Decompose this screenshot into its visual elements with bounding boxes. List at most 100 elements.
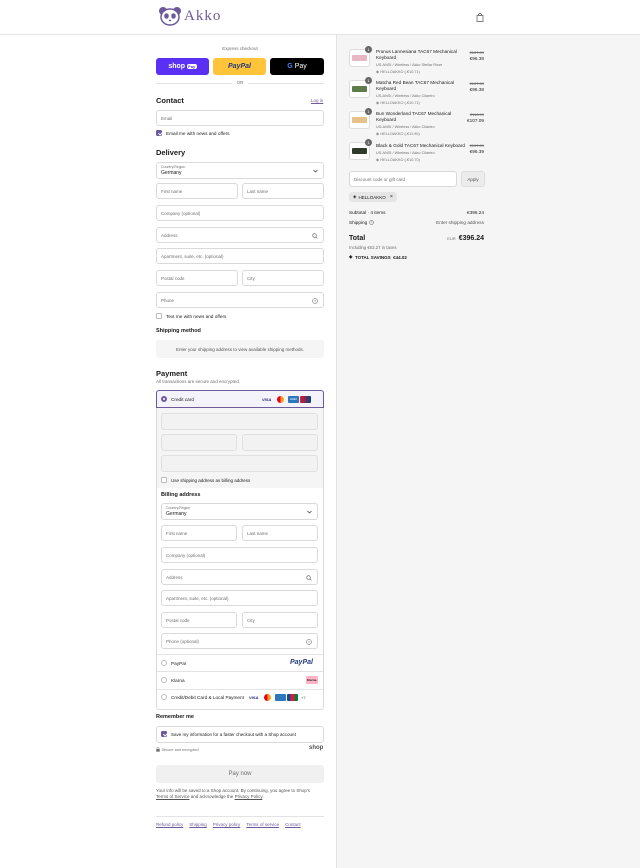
akko-logo[interactable]: Akko [158,6,221,26]
search-icon [312,233,318,239]
remember-me-title: Remember me [156,714,194,720]
credit-card-radio[interactable] [161,396,167,402]
privacy-policy-footer-link[interactable]: Privacy policy [213,822,241,827]
help-circle-icon[interactable]: ? [369,220,375,225]
help-circle-icon[interactable]: ? [312,298,318,304]
email-news-label: Email me with news and offers [166,131,230,136]
paypal-option-label: PayPal [171,661,186,666]
product-old-price: €107.09 [469,143,484,148]
apply-button[interactable]: Apply [461,171,485,187]
address-input[interactable]: Address [156,227,324,243]
email-input[interactable]: Email [156,110,324,126]
terms-of-service-link[interactable]: Terms of Service [156,794,190,799]
paypal-express-text: PayPal [228,63,251,70]
billing-phone-input[interactable]: Phone (optional) ? [161,633,318,649]
legal-text-2: and acknowledge the [190,794,234,800]
address-placeholder: Address [161,232,178,238]
klarna-radio[interactable] [161,677,167,683]
bag-icon[interactable] [476,13,484,24]
panda-logo-icon [159,7,181,26]
taxes-note: Including €63.27 in taxes [349,245,397,250]
total-label: Total [349,235,366,242]
local-payment-radio[interactable] [161,694,167,700]
privacy-policy-link[interactable]: Privacy Policy [235,794,263,799]
divider [157,671,323,672]
help-circle-icon[interactable]: ? [306,639,312,645]
card-cvv-field[interactable] [242,434,318,451]
paypal-radio[interactable] [161,660,167,666]
footer-divider [156,816,324,817]
card-name-field[interactable] [161,455,318,472]
shipping-method-message: Enter your shipping address to view avai… [156,340,324,358]
last-name-input[interactable]: Last name [242,183,324,199]
country-label: Country/Region [161,165,186,169]
keyboard-image [352,117,367,123]
keyboard-image [352,148,367,154]
shop-logo: shop [309,745,324,751]
phone-input[interactable]: Phone ? [156,292,324,308]
discount-code-input[interactable]: Discount code or gift card [349,171,457,187]
savings-label: TOTAL SAVINGS [354,254,391,260]
or-text: OR [232,80,248,85]
billing-address-title: Billing address [161,492,201,498]
logo-text: Akko [184,7,222,24]
footer-links: Refund policy Shipping Privacy policy Te… [156,822,301,827]
pay-now-button[interactable]: Pay now [156,765,324,783]
first-name-input[interactable]: First name [156,183,238,199]
shipping-link[interactable]: Shipping [189,822,207,827]
save-info-checkbox[interactable] [161,731,167,737]
close-icon[interactable]: × [390,194,393,200]
search-icon [306,575,312,581]
jcb-icon [287,693,298,701]
billing-same-label: Use shipping address as billing address [171,478,251,483]
subtotal-label: Subtotal · 4 items [349,210,386,215]
billing-city-input[interactable]: City [242,612,318,628]
applied-discount-code: HELLOAKKO [358,194,386,200]
quantity-badge: 1 [365,139,372,146]
email-news-checkbox[interactable] [156,130,162,136]
total-savings: ◈ TOTAL SAVINGS €44.02 [349,254,407,260]
google-pay-text: Pay [294,63,307,70]
svg-text:?: ? [314,299,316,303]
google-g-icon: G [287,63,293,70]
text-news-checkbox[interactable] [156,313,162,319]
text-news-label: Text me with news and offers [166,314,227,319]
refund-policy-link[interactable]: Refund policy [156,822,183,827]
billing-last-name-input[interactable]: Last name [242,525,318,541]
terms-of-service-footer-link[interactable]: Terms of service [246,822,279,827]
login-link[interactable]: Log in [311,98,323,103]
billing-phone-placeholder: Phone (optional) [166,638,200,644]
country-select[interactable]: Country/Region Germany [156,162,324,179]
billing-country-label: Country/Region [166,506,191,510]
postal-code-input[interactable]: Postal code [156,270,238,286]
billing-apartment-input[interactable]: Apartment, suite, etc. (optional) [161,590,318,606]
tag-icon: ◈ [376,158,379,162]
company-input[interactable]: Company (optional) [156,205,324,221]
divider [157,654,323,655]
billing-same-checkbox[interactable] [161,477,167,483]
product-discount-text: HELLOAKKO (-€10.70) [380,157,420,162]
billing-address-input[interactable]: Address [161,569,318,585]
product-price: €96.39 [469,149,484,154]
quantity-badge: 1 [365,108,372,115]
product-discount: ◈ HELLOAKKO (-€11.90) [376,131,420,137]
product-title: Bun Wonderland TAC67 Mechanical Keyboard [376,111,452,122]
shop-pay-button[interactable]: shop Pay [156,58,209,75]
paypal-express-button[interactable]: PayPal [213,58,266,75]
card-expiry-field[interactable] [161,434,237,451]
product-price: €96.38 [469,87,484,92]
google-pay-button[interactable]: G Pay [270,58,324,75]
card-number-field[interactable] [161,413,318,430]
apartment-input[interactable]: Apartment, suite, etc. (optional) [156,248,324,264]
billing-company-input[interactable]: Company (optional) [161,547,318,563]
payment-title: Payment [156,369,188,378]
billing-postal-input[interactable]: Postal code [161,612,237,628]
product-variant: US-ANSI / Wireless / Akko Cilantro [376,151,435,155]
svg-text:?: ? [371,221,373,225]
billing-first-name-input[interactable]: First name [161,525,237,541]
billing-country-select[interactable]: Country/Region Germany [161,503,318,520]
subtotal-value: €396.24 [467,210,484,215]
more-cards-count: +7 [301,694,306,700]
city-input[interactable]: City [242,270,324,286]
contact-link[interactable]: Contact [285,822,301,827]
